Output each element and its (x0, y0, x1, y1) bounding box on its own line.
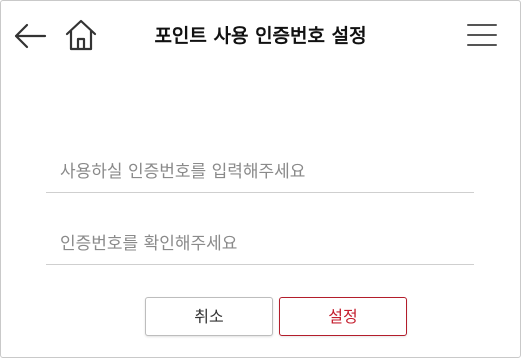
auth-code-input[interactable] (46, 151, 474, 193)
menu-button[interactable] (466, 21, 498, 49)
header-bar: 포인트 사용 인증번호 설정 (0, 0, 521, 72)
home-button[interactable] (64, 18, 98, 52)
page-title: 포인트 사용 인증번호 설정 (154, 25, 367, 47)
auth-code-confirm-input[interactable] (46, 223, 474, 265)
set-button[interactable]: 설정 (279, 297, 407, 336)
cancel-button[interactable]: 취소 (145, 297, 273, 336)
hamburger-menu-icon (467, 24, 497, 46)
arrow-left-icon (14, 23, 47, 49)
back-button[interactable] (14, 22, 48, 50)
home-icon (65, 19, 97, 51)
